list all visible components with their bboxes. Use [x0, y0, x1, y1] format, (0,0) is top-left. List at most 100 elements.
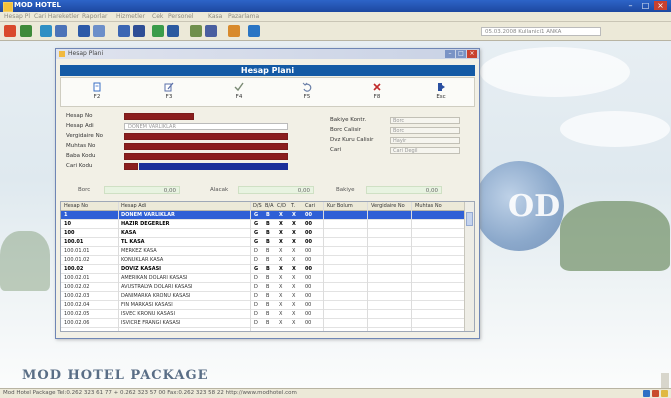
menu-bar: Hesap Pl Cari Hareketler Raporlar Hizmet… — [0, 12, 671, 22]
chart-icon[interactable] — [93, 25, 105, 37]
status-bar: Mod Hotel Package Tel:0.262 323 61 77 + … — [0, 388, 671, 398]
new-button[interactable]: F2 — [77, 82, 117, 104]
borc-calisir-select[interactable]: Borc — [390, 127, 460, 134]
help-icon[interactable] — [248, 25, 260, 37]
window-icon — [59, 51, 65, 57]
menu-item[interactable]: Hesap Pl — [4, 13, 30, 20]
table-cell: 00 — [305, 212, 312, 218]
table-cell: ISVICRE FRANGI KASASI — [121, 320, 181, 326]
menu-item[interactable]: Cari Hareketler — [34, 13, 79, 20]
table-row[interactable]: 100.02.01 AMERIKAN DOLARI KASASI D B X X 00 — [61, 274, 466, 283]
column-header[interactable]: T. — [291, 203, 295, 209]
folder-icon[interactable] — [55, 25, 67, 37]
edit-button[interactable]: F3 — [149, 82, 189, 104]
delete-button[interactable]: F8 — [357, 82, 397, 104]
bed-icon[interactable] — [167, 25, 179, 37]
column-header[interactable]: B/A — [265, 203, 274, 209]
close-icon[interactable]: × — [467, 50, 477, 58]
table-cell: X — [279, 302, 283, 308]
column-header[interactable]: Hesap Adi — [121, 203, 146, 209]
table-cell: DANIMARKA KRONU KASASI — [121, 293, 191, 299]
volume-icon[interactable] — [652, 390, 659, 397]
table-row[interactable]: 100.01 TL KASA G B X X 00 — [61, 238, 466, 247]
table-row[interactable]: 100.02.05 ISVEC KRONU KASASI D B X X 00 — [61, 310, 466, 319]
table-cell: X — [279, 311, 283, 317]
bakiye-label: Bakiye — [336, 187, 355, 193]
minimize-icon[interactable]: – — [624, 1, 637, 10]
clock-icon[interactable] — [661, 390, 668, 397]
table-row[interactable]: 100.02.06 ISVICRE FRANGI KASASI D B X X 00 — [61, 319, 466, 328]
close-icon[interactable]: × — [654, 1, 667, 10]
column-header[interactable]: D/S — [253, 203, 262, 209]
menu-item[interactable]: Personel — [168, 13, 194, 20]
maximize-icon[interactable]: □ — [639, 1, 652, 10]
table-cell: 100.02.03 — [64, 293, 90, 299]
cari-kodu-field[interactable] — [139, 163, 288, 170]
mail-icon[interactable] — [228, 25, 240, 37]
column-header[interactable]: Vergidaire No — [371, 203, 405, 209]
undo-button[interactable]: F5 — [287, 82, 327, 104]
table-cell: DOVIZ KASASI — [121, 266, 162, 272]
baba-kodu-label: Baba Kodu — [66, 153, 96, 159]
bakiye-kont-select[interactable]: Borc — [390, 117, 460, 124]
grid-header: Hesap No Hesap Adi D/S B/A C/D T. Cari K… — [61, 202, 466, 211]
menu-item[interactable]: Cek — [152, 13, 163, 20]
table-cell: D — [254, 257, 258, 263]
cloud-shape — [480, 47, 630, 97]
globe-icon[interactable] — [40, 25, 52, 37]
exit-button[interactable]: Esc — [421, 82, 461, 104]
vergi-no-field[interactable] — [124, 133, 288, 140]
column-header[interactable]: C/D — [277, 203, 286, 209]
print-icon[interactable] — [205, 25, 217, 37]
table-row[interactable]: 100.02.04 FIN MARKASI KASASI D B X X 00 — [61, 301, 466, 310]
scrollbar-thumb[interactable] — [466, 212, 473, 226]
network-icon[interactable] — [643, 390, 650, 397]
column-header[interactable]: Hesap No — [64, 203, 88, 209]
baba-kodu-field[interactable] — [124, 153, 288, 160]
menu-item[interactable]: Pazarlama — [228, 13, 259, 20]
maximize-icon[interactable]: □ — [456, 50, 466, 58]
table-row[interactable]: 100.01.02 KONUKLAR KASA D B X X 00 — [61, 256, 466, 265]
grid-scrollbar[interactable] — [464, 202, 474, 331]
document-icon[interactable] — [118, 25, 130, 37]
column-header[interactable]: Cari — [305, 203, 315, 209]
calendar-icon[interactable] — [133, 25, 145, 37]
hesap-no-field[interactable] — [124, 113, 194, 120]
table-cell: D — [254, 302, 258, 308]
table-row[interactable]: 100.02.02 AVUSTRALYA DOLARI KASASI D B X X 00 — [61, 283, 466, 292]
table-row[interactable]: 100.02.03 DANIMARKA KRONU KASASI D B X X 00 — [61, 292, 466, 301]
table-cell: D — [254, 293, 258, 299]
muhtas-no-field[interactable] — [124, 143, 288, 150]
table-row[interactable]: 1 DONEM VARLIKLAR G B X X 00 — [61, 211, 466, 220]
save-button[interactable]: F4 — [219, 82, 259, 104]
column-header[interactable]: Muhtas No — [415, 203, 442, 209]
hesap-adi-field[interactable]: DONEM VARLIKLAR — [124, 123, 288, 130]
table-row[interactable]: 10 HAZIR DEGERLER G B X X 00 — [61, 220, 466, 229]
minimize-icon[interactable]: – — [445, 50, 455, 58]
table-cell: B — [266, 248, 270, 254]
column-header[interactable]: Kur Bolum — [327, 203, 353, 209]
table-cell: 100.01.01 — [64, 248, 90, 254]
tools-icon[interactable] — [4, 25, 16, 37]
window-title-bar: Hesap Plani – □ × — [56, 49, 479, 59]
table-cell: 00 — [305, 293, 312, 299]
table-row[interactable]: 100.01.01 MERKEZ KASA D B X X 00 — [61, 247, 466, 256]
user-icon[interactable] — [20, 25, 32, 37]
table-row[interactable]: 100 KASA G B X X 00 — [61, 229, 466, 238]
window-controls: – □ × — [624, 1, 667, 10]
table-row[interactable]: 100.02 DOVIZ KASASI G B X X 00 — [61, 265, 466, 274]
table-cell: 100.02.04 — [64, 302, 90, 308]
report-icon[interactable] — [190, 25, 202, 37]
menu-item[interactable]: Raporlar — [82, 13, 107, 20]
menu-item[interactable]: Kasa — [208, 13, 222, 20]
doviz-kuru-select[interactable]: Hayir — [390, 137, 460, 144]
side-scrollbar[interactable] — [661, 373, 669, 388]
table-cell: X — [279, 230, 283, 236]
cari-select[interactable]: Cari Degil — [390, 147, 460, 154]
money-icon[interactable] — [152, 25, 164, 37]
book-icon[interactable] — [78, 25, 90, 37]
table-cell: AVUSTRALYA DOLARI KASASI — [121, 284, 193, 290]
cari-kodu-prefix[interactable] — [124, 163, 138, 170]
table-cell: KASA — [121, 230, 137, 236]
menu-item[interactable]: Hizmetler — [116, 13, 145, 20]
